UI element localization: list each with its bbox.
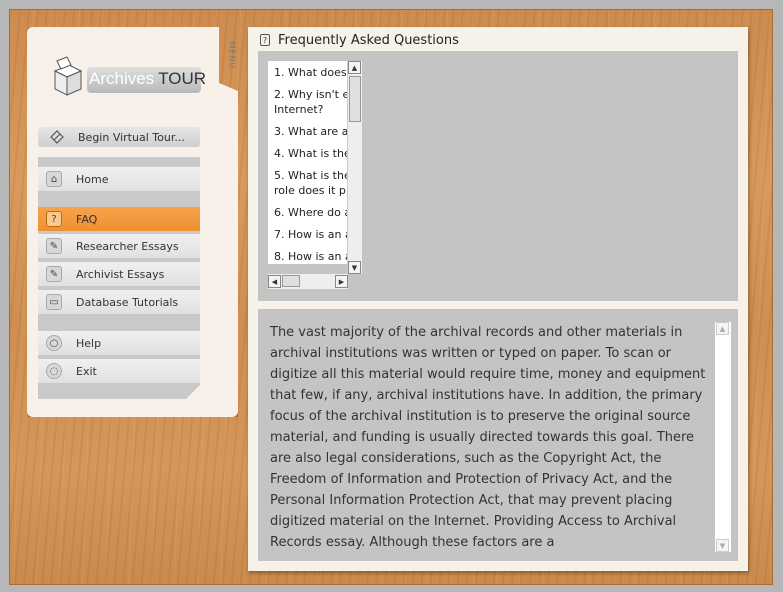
logo-archives: Archives <box>89 69 155 88</box>
question-list-vertical-scrollbar[interactable]: ▲ ▼ <box>347 61 362 274</box>
sidebar-item-label: Exit <box>76 364 97 378</box>
page-title: Frequently Asked Questions <box>278 32 459 48</box>
list-item[interactable]: 2. Why isn't e Internet? <box>274 87 352 117</box>
scroll-left-icon[interactable]: ◀ <box>268 275 281 288</box>
scroll-down-icon[interactable]: ▼ <box>348 261 361 274</box>
menu-tab-label[interactable]: MENU <box>227 42 236 70</box>
begin-virtual-tour-label: Begin Virtual Tour... <box>78 130 185 144</box>
list-item[interactable]: 8. How is an a <box>274 249 352 264</box>
sidebar-item-label: Home <box>76 172 109 186</box>
sidebar-item-label: Archivist Essays <box>76 267 165 281</box>
scroll-up-icon[interactable]: ▲ <box>716 322 729 335</box>
list-item[interactable]: 5. What is the role does it p <box>274 168 352 198</box>
menu-panel: MENU Archives TOUR Begin Virtual Tour... … <box>27 27 238 417</box>
archives-tour-logo: Archives TOUR <box>49 55 206 99</box>
essay-icon: ✎ <box>46 238 62 254</box>
list-item[interactable]: 3. What are a <box>274 124 352 139</box>
list-item[interactable]: 1. What does <box>274 65 352 80</box>
scrollbar-thumb[interactable] <box>282 275 300 287</box>
list-item[interactable]: 6. Where do a <box>274 205 352 220</box>
monitor-icon: ▭ <box>46 294 62 310</box>
list-item[interactable]: 4. What is the <box>274 146 352 161</box>
question-list-items: 1. What does 2. Why isn't e Internet? 3.… <box>274 65 352 264</box>
help-icon: ○ <box>46 335 62 351</box>
logo-text: Archives TOUR <box>89 69 206 89</box>
scroll-up-icon[interactable]: ▲ <box>348 61 361 74</box>
sidebar-nav: ⌂ Home ? FAQ ✎ Researcher Essays ✎ Archi… <box>38 157 200 399</box>
questions-panel: 1. What does 2. Why isn't e Internet? 3.… <box>258 51 738 301</box>
sidebar-item-help[interactable]: ○ Help <box>38 331 200 355</box>
scrollbar-thumb[interactable] <box>349 76 361 122</box>
logo-tour: TOUR <box>158 69 207 88</box>
faq-icon: ? <box>260 34 270 46</box>
sidebar-item-exit[interactable]: ◌ Exit <box>38 359 200 383</box>
sidebar-item-label: FAQ <box>76 212 98 226</box>
sidebar-item-database-tutorials[interactable]: ▭ Database Tutorials <box>38 290 200 314</box>
answer-panel: The vast majority of the archival record… <box>258 309 738 561</box>
scroll-right-icon[interactable]: ▶ <box>335 275 348 288</box>
scroll-down-icon[interactable]: ▼ <box>716 539 729 552</box>
faq-content-panel: ? Frequently Asked Questions 1. What doe… <box>248 27 748 571</box>
sidebar-item-label: Database Tutorials <box>76 295 179 309</box>
sidebar-item-archivist-essays[interactable]: ✎ Archivist Essays <box>38 262 200 286</box>
exit-icon: ◌ <box>46 363 62 379</box>
faq-icon: ? <box>46 211 62 227</box>
sidebar-item-home[interactable]: ⌂ Home <box>38 167 200 191</box>
essay-icon: ✎ <box>46 266 62 282</box>
home-icon: ⌂ <box>46 171 62 187</box>
sidebar-item-label: Researcher Essays <box>76 239 179 253</box>
cube-logo-icon <box>53 56 83 96</box>
compass-icon <box>50 130 64 144</box>
answer-scrollbar[interactable]: ▲ ▼ <box>715 322 731 552</box>
sidebar-item-label: Help <box>76 336 102 350</box>
sidebar-item-researcher-essays[interactable]: ✎ Researcher Essays <box>38 234 200 258</box>
begin-virtual-tour-button[interactable]: Begin Virtual Tour... <box>38 127 200 147</box>
faq-header: ? Frequently Asked Questions <box>260 32 459 48</box>
answer-text: The vast majority of the archival record… <box>270 325 706 550</box>
sidebar-item-faq[interactable]: ? FAQ <box>38 207 200 231</box>
list-item[interactable]: 7. How is an a <box>274 227 352 242</box>
question-list-horizontal-scrollbar[interactable]: ◀ ▶ <box>268 274 348 289</box>
